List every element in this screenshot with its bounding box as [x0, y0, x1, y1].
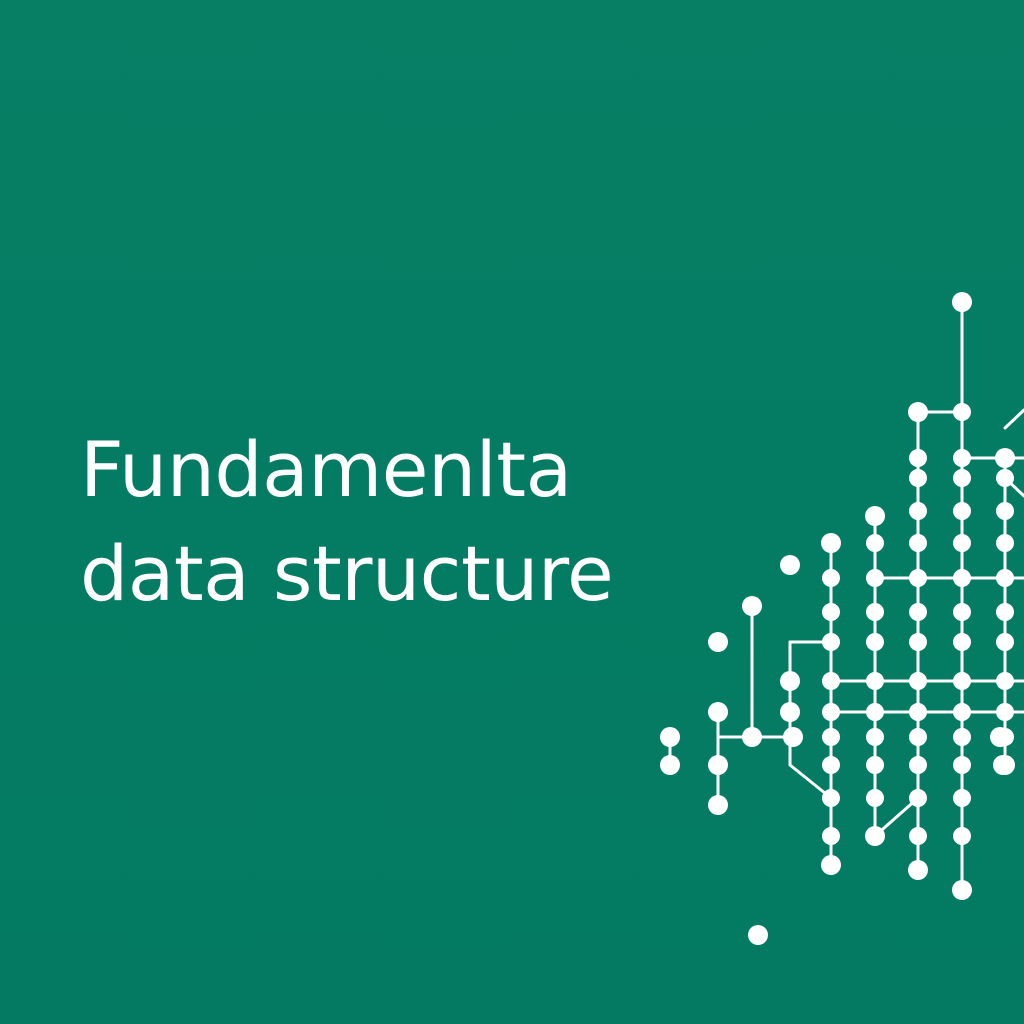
network-node	[822, 756, 840, 774]
network-node	[866, 569, 884, 587]
network-node	[822, 672, 840, 690]
network-node	[780, 671, 800, 691]
network-node	[996, 469, 1014, 487]
network-node	[866, 534, 884, 552]
network-node	[660, 727, 680, 747]
network-node	[708, 632, 728, 652]
network-node	[909, 469, 927, 487]
network-node	[866, 603, 884, 621]
network-node	[909, 827, 927, 845]
network-node	[909, 789, 927, 807]
network-node	[953, 502, 971, 520]
network-node	[783, 727, 803, 747]
network-node	[866, 633, 884, 651]
network-node	[909, 502, 927, 520]
network-node	[822, 703, 840, 721]
network-node	[996, 703, 1014, 721]
network-node	[996, 603, 1014, 621]
network-node	[996, 672, 1014, 690]
network-node	[821, 533, 841, 553]
network-node	[866, 672, 884, 690]
network-node	[908, 402, 928, 422]
network-node	[909, 603, 927, 621]
network-node	[822, 728, 840, 746]
network-node	[909, 633, 927, 651]
network-node	[866, 756, 884, 774]
network-node	[953, 789, 971, 807]
network-node	[822, 603, 840, 621]
network-node	[742, 727, 762, 747]
network-node	[780, 702, 800, 722]
network-node	[953, 449, 971, 467]
network-node	[953, 728, 971, 746]
network-node	[953, 534, 971, 552]
network-node	[866, 728, 884, 746]
background-canvas: Fundamenlta data structure	[0, 0, 1024, 1024]
network-node	[909, 728, 927, 746]
network-node	[866, 703, 884, 721]
network-node	[995, 448, 1015, 468]
network-node	[996, 502, 1014, 520]
network-node	[865, 506, 885, 526]
network-node	[909, 672, 927, 690]
network-node	[708, 755, 728, 775]
network-node	[822, 789, 840, 807]
network-node	[953, 569, 971, 587]
network-node	[908, 860, 928, 880]
network-node	[909, 756, 927, 774]
network-node	[660, 755, 680, 775]
network-node	[993, 755, 1013, 775]
network-node	[780, 555, 800, 575]
network-node	[866, 789, 884, 807]
network-node	[821, 855, 841, 875]
node-network-graphic	[660, 292, 1024, 945]
network-node	[952, 292, 972, 312]
network-node	[822, 569, 840, 587]
network-node	[909, 534, 927, 552]
network-node	[953, 633, 971, 651]
network-node	[996, 569, 1014, 587]
network-node	[708, 795, 728, 815]
network-node	[909, 569, 927, 587]
network-node	[996, 633, 1014, 651]
network-node	[708, 702, 728, 722]
network-node	[953, 703, 971, 721]
network-connector	[1003, 408, 1024, 430]
network-node	[742, 596, 762, 616]
network-node	[952, 880, 972, 900]
network-node	[909, 703, 927, 721]
network-node	[953, 403, 971, 421]
network-node	[909, 449, 927, 467]
network-node	[953, 827, 971, 845]
network-node	[822, 633, 840, 651]
network-node	[953, 469, 971, 487]
network-node	[865, 826, 885, 846]
network-node	[953, 672, 971, 690]
network-node	[990, 727, 1010, 747]
network-node	[953, 603, 971, 621]
network-node	[748, 925, 768, 945]
network-node	[953, 756, 971, 774]
network-node	[996, 534, 1014, 552]
network-node	[822, 827, 840, 845]
